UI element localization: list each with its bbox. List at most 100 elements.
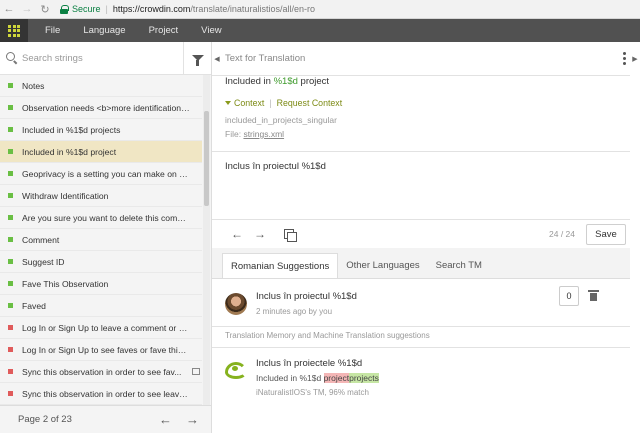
translated-status-icon — [8, 127, 13, 132]
back-arrow-icon[interactable]: ← — [0, 3, 18, 15]
list-item[interactable]: Notes — [0, 75, 202, 97]
translated-status-icon — [8, 171, 13, 176]
untranslated-status-icon — [8, 369, 13, 374]
avatar — [225, 293, 247, 315]
list-item[interactable]: Observation needs <b>more identification… — [0, 97, 202, 119]
list-item-label: Included in %1$d projects — [22, 124, 121, 135]
url-path: /translate/inaturalistios/all/en-ro — [190, 4, 315, 14]
list-item-label: Log In or Sign Up to leave a comment or … — [22, 322, 190, 333]
reload-icon[interactable]: ↻ — [36, 3, 54, 16]
translated-status-icon — [8, 281, 13, 286]
source-text-before: Included in — [225, 76, 274, 87]
untranslated-status-icon — [8, 347, 13, 352]
page-indicator: Page 2 of 23 — [18, 414, 72, 425]
file-info: File: strings.xml — [225, 129, 284, 139]
tab-other-languages[interactable]: Other Languages — [338, 253, 427, 278]
comment-icon — [192, 368, 200, 375]
delete-icon[interactable] — [588, 290, 599, 301]
tab-search-tm[interactable]: Search TM — [428, 253, 490, 278]
caret-down-icon — [225, 101, 231, 105]
copy-source-icon[interactable] — [284, 228, 297, 242]
suggestions-area: Romanian Suggestions Other Languages Sea… — [212, 248, 630, 433]
suggestion-body: Inclus în proiectul %1$d 2 minutes ago b… — [256, 291, 357, 316]
menu-view[interactable]: View — [201, 25, 221, 36]
translated-status-icon — [8, 237, 13, 242]
collapse-left-arrow-icon[interactable]: ◀ — [213, 42, 221, 75]
list-item[interactable]: Sync this observation in order to see fa… — [0, 361, 202, 383]
tm-suggestion-item[interactable]: Inclus în proiectele %1$d Included in %1… — [212, 358, 630, 397]
browser-toolbar: ← → ↻ Secure | https://crowdin.com/trans… — [0, 0, 640, 19]
scrollbar-thumb[interactable] — [204, 111, 209, 206]
list-item[interactable]: Log In or Sign Up to leave a comment or … — [0, 317, 202, 339]
previous-string-arrow-icon[interactable]: ← — [231, 227, 243, 241]
more-options-icon[interactable] — [623, 52, 626, 65]
list-item[interactable]: Comment — [0, 229, 202, 251]
menu-project[interactable]: Project — [149, 25, 179, 36]
translation-toolbar: ← → 24 / 24 Save — [222, 220, 630, 248]
file-link[interactable]: strings.xml — [243, 129, 284, 139]
placeholder-token: %1$d — [273, 76, 298, 87]
menu-file[interactable]: File — [45, 25, 60, 36]
next-page-arrow-icon[interactable]: → — [186, 412, 199, 427]
address-bar[interactable]: Secure | https://crowdin.com/translate/i… — [60, 2, 315, 17]
list-item[interactable]: Included in %1$d projects — [0, 119, 202, 141]
url-separator: | — [105, 4, 108, 14]
lock-icon — [60, 4, 69, 14]
list-item-label: Sync this observation in order to see fa… — [22, 366, 182, 377]
secure-label: Secure — [72, 4, 101, 14]
context-toggle[interactable]: Context — [234, 98, 264, 108]
list-item-label: Suggest ID — [22, 256, 65, 267]
next-string-arrow-icon[interactable]: → — [254, 227, 266, 241]
translated-status-icon — [8, 215, 13, 220]
search-bar — [0, 41, 211, 75]
translated-status-icon — [8, 105, 13, 110]
search-input[interactable] — [22, 52, 172, 64]
list-item[interactable]: Suggest ID — [0, 251, 202, 273]
context-separator: | — [269, 98, 272, 108]
suggestion-tabs: Romanian Suggestions Other Languages Sea… — [222, 253, 490, 278]
apps-grid-icon[interactable] — [0, 19, 28, 42]
context-row: Context | Request Context — [225, 98, 342, 108]
diff-inserted: projects — [349, 373, 379, 383]
string-list: Notes Observation needs <b>more identific… — [0, 75, 202, 405]
divider — [212, 347, 630, 348]
list-item-label: Are you sure you want to delete this com… — [22, 212, 190, 223]
strings-sidebar: Notes Observation needs <b>more identific… — [0, 41, 212, 433]
list-item[interactable]: Log In or Sign Up to see faves or fave t… — [0, 339, 202, 361]
list-item[interactable]: Sync this observation in order to see le… — [0, 383, 202, 405]
request-context-link[interactable]: Request Context — [277, 98, 343, 108]
divider — [212, 326, 630, 327]
tm-diff: Included in %1$d projectprojects — [256, 373, 379, 383]
sidebar-scrollbar[interactable] — [203, 75, 210, 405]
list-item-label: Included in %1$d project — [22, 146, 117, 157]
translation-input[interactable]: Inclus în proiectul %1$d — [225, 161, 326, 172]
list-item-label: Fave This Observation — [22, 278, 109, 289]
tm-suggestion-body: Inclus în proiectele %1$d Included in %1… — [256, 358, 379, 397]
vote-count[interactable]: 0 — [559, 286, 579, 306]
forward-arrow-icon[interactable]: → — [18, 3, 36, 15]
source-text-after: project — [297, 76, 330, 87]
list-item[interactable]: Fave This Observation — [0, 273, 202, 295]
translated-status-icon — [8, 303, 13, 308]
prev-page-arrow-icon[interactable]: ← — [159, 412, 172, 427]
suggestions-panel: Inclus în proiectul %1$d 2 minutes ago b… — [212, 278, 630, 433]
list-item-label: Notes — [22, 80, 45, 91]
list-item[interactable]: Geoprivacy is a setting you can make on … — [0, 163, 202, 185]
list-item[interactable]: Are you sure you want to delete this com… — [0, 207, 202, 229]
filter-button[interactable] — [183, 41, 211, 75]
search-icon — [6, 52, 18, 64]
filter-icon — [191, 55, 204, 66]
collapse-right-arrow-icon[interactable]: ▶ — [631, 42, 639, 75]
tab-romanian-suggestions[interactable]: Romanian Suggestions — [222, 253, 339, 278]
list-item[interactable]: Withdraw Identification — [0, 185, 202, 207]
menu-language[interactable]: Language — [83, 25, 125, 36]
url-host: https://crowdin.com — [112, 4, 191, 14]
list-item-label: Comment — [22, 234, 60, 245]
list-item[interactable]: Included in %1$d project — [0, 141, 202, 163]
tm-caption: Translation Memory and Machine Translati… — [225, 331, 430, 340]
list-item-label: Log In or Sign Up to see faves or fave t… — [22, 344, 190, 355]
list-item[interactable]: Faved — [0, 295, 202, 317]
list-item-label: Sync this observation in order to see le… — [22, 388, 190, 399]
save-button[interactable]: Save — [586, 223, 626, 245]
translated-status-icon — [8, 259, 13, 264]
